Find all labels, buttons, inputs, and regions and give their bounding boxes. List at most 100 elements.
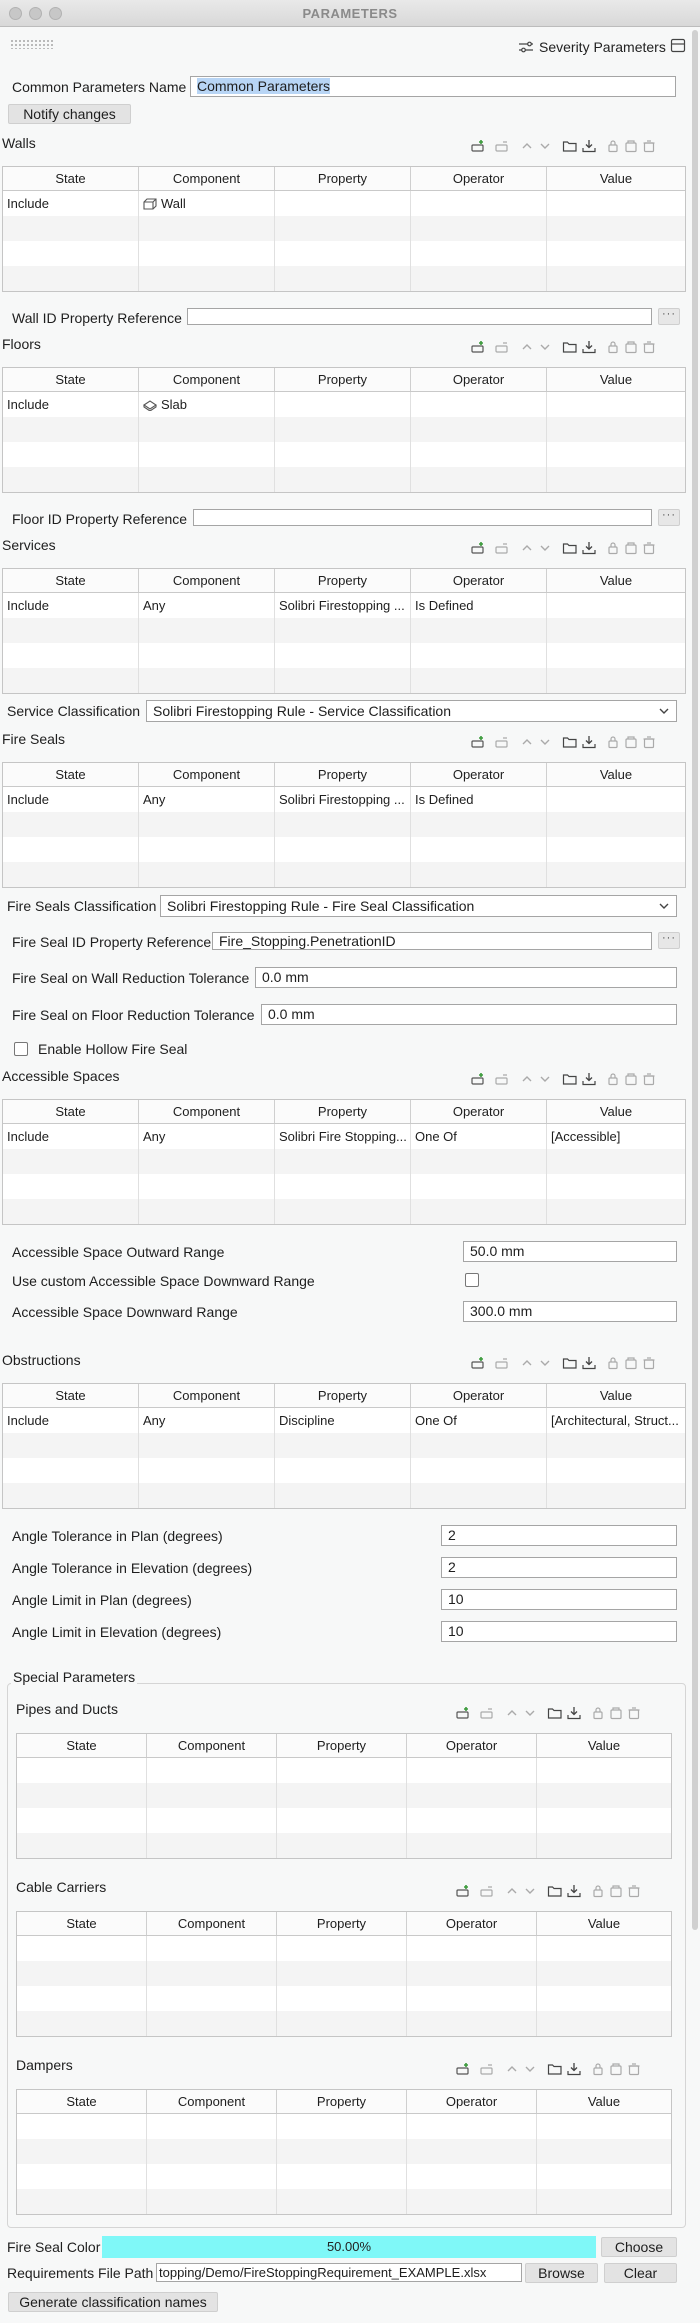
delete-icon[interactable]: [627, 1884, 641, 1901]
column-header[interactable]: State: [3, 763, 139, 786]
open-folder-icon[interactable]: [547, 1706, 563, 1723]
move-down-icon[interactable]: [538, 139, 552, 156]
remove-row-icon[interactable]: [479, 2062, 495, 2079]
lock-icon[interactable]: [606, 541, 620, 558]
open-folder-icon[interactable]: [562, 1072, 578, 1089]
fire-seal-color-swatch[interactable]: 50.00%: [102, 2236, 596, 2258]
add-row-icon[interactable]: [455, 2062, 471, 2079]
notify-changes-button[interactable]: Notify changes: [8, 104, 131, 124]
delete-icon[interactable]: [627, 2062, 641, 2079]
layout-icon[interactable]: [670, 38, 686, 54]
remove-row-icon[interactable]: [494, 1356, 510, 1373]
column-header[interactable]: Property: [275, 763, 411, 786]
choose-color-button[interactable]: Choose: [601, 2237, 677, 2257]
move-up-icon[interactable]: [520, 541, 534, 558]
column-header[interactable]: Value: [537, 1912, 671, 1935]
pipes-ducts-table[interactable]: State Component Property Operator Value: [16, 1733, 672, 1859]
remove-row-icon[interactable]: [479, 1884, 495, 1901]
floors-table[interactable]: State Component Property Operator Value Inclu…: [2, 367, 686, 493]
column-header[interactable]: Component: [139, 763, 275, 786]
column-header[interactable]: Component: [147, 1734, 277, 1757]
delete-icon[interactable]: [642, 1356, 656, 1373]
move-down-icon[interactable]: [523, 2062, 537, 2079]
fire-seal-id-reference-input[interactable]: Fire_Stopping.PenetrationID: [212, 932, 652, 950]
copy-icon[interactable]: [624, 340, 638, 357]
delete-icon[interactable]: [642, 139, 656, 156]
lock-icon[interactable]: [606, 139, 620, 156]
custom-downward-checkbox[interactable]: [465, 1273, 479, 1287]
column-header[interactable]: Operator: [407, 2090, 537, 2113]
copy-icon[interactable]: [624, 735, 638, 752]
angle-tolerance-plan-input[interactable]: 2: [441, 1525, 677, 1546]
lock-icon[interactable]: [606, 340, 620, 357]
remove-row-icon[interactable]: [479, 1706, 495, 1723]
open-folder-icon[interactable]: [562, 139, 578, 156]
open-folder-icon[interactable]: [562, 735, 578, 752]
table-row[interactable]: Include Any Discipline One Of [Architectural…: [3, 1408, 685, 1433]
column-header[interactable]: Value: [537, 1734, 671, 1757]
angle-limit-plan-input[interactable]: 10: [441, 1589, 677, 1610]
column-header[interactable]: Component: [147, 1912, 277, 1935]
import-icon[interactable]: [581, 1072, 597, 1089]
open-folder-icon[interactable]: [562, 541, 578, 558]
severity-parameters-button[interactable]: Severity Parameters: [518, 37, 666, 57]
add-row-icon[interactable]: [470, 1356, 486, 1373]
copy-icon[interactable]: [624, 139, 638, 156]
column-header[interactable]: Value: [547, 569, 685, 592]
lock-icon[interactable]: [591, 2062, 605, 2079]
column-header[interactable]: Property: [277, 2090, 407, 2113]
move-down-icon[interactable]: [538, 541, 552, 558]
import-icon[interactable]: [581, 1356, 597, 1373]
column-header[interactable]: Component: [139, 167, 275, 190]
delete-icon[interactable]: [642, 735, 656, 752]
common-parameters-input[interactable]: Common Parameters: [190, 76, 676, 97]
column-header[interactable]: State: [17, 1734, 147, 1757]
table-row[interactable]: Include Any Solibri Fire Stopping... One Of…: [3, 1124, 685, 1149]
move-down-icon[interactable]: [538, 1072, 552, 1089]
move-up-icon[interactable]: [520, 735, 534, 752]
open-folder-icon[interactable]: [562, 340, 578, 357]
lock-icon[interactable]: [606, 1072, 620, 1089]
fire-seals-table[interactable]: State Component Property Operator Value Inclu…: [2, 762, 686, 888]
column-header[interactable]: Component: [139, 368, 275, 391]
copy-icon[interactable]: [609, 2062, 623, 2079]
copy-icon[interactable]: [624, 541, 638, 558]
import-icon[interactable]: [581, 735, 597, 752]
column-header[interactable]: Operator: [411, 1100, 547, 1123]
column-header[interactable]: Value: [547, 1384, 685, 1407]
column-header[interactable]: Component: [139, 1384, 275, 1407]
delete-icon[interactable]: [642, 541, 656, 558]
add-row-icon[interactable]: [455, 1706, 471, 1723]
remove-row-icon[interactable]: [494, 541, 510, 558]
add-row-icon[interactable]: [455, 1884, 471, 1901]
drag-grip[interactable]: [10, 39, 54, 49]
column-header[interactable]: Operator: [407, 1734, 537, 1757]
wall-reduction-tolerance-input[interactable]: 0.0 mm: [255, 967, 677, 988]
obstructions-table[interactable]: State Component Property Operator Value Inclu…: [2, 1383, 686, 1509]
copy-icon[interactable]: [609, 1706, 623, 1723]
requirements-file-input[interactable]: topping/Demo/FireStoppingRequirement_EXA…: [156, 2263, 522, 2282]
lock-icon[interactable]: [591, 1706, 605, 1723]
column-header[interactable]: Operator: [411, 569, 547, 592]
table-row[interactable]: Include Slab: [3, 392, 685, 417]
move-up-icon[interactable]: [505, 1884, 519, 1901]
move-up-icon[interactable]: [520, 340, 534, 357]
column-header[interactable]: Operator: [407, 1912, 537, 1935]
add-row-icon[interactable]: [470, 541, 486, 558]
walls-table[interactable]: State Component Property Operator Value Inclu…: [2, 166, 686, 292]
column-header[interactable]: Value: [547, 368, 685, 391]
accessible-spaces-table[interactable]: State Component Property Operator Value Inclu…: [2, 1099, 686, 1225]
floor-reduction-tolerance-input[interactable]: 0.0 mm: [261, 1004, 677, 1025]
table-row[interactable]: Include Wall: [3, 191, 685, 216]
column-header[interactable]: Property: [277, 1912, 407, 1935]
open-folder-icon[interactable]: [547, 2062, 563, 2079]
move-down-icon[interactable]: [523, 1884, 537, 1901]
table-row[interactable]: Include Any Solibri Firestopping ... Is Def…: [3, 787, 685, 812]
service-classification-select[interactable]: Solibri Firestopping Rule - Service Clas…: [146, 700, 677, 722]
import-icon[interactable]: [581, 139, 597, 156]
column-header[interactable]: Value: [537, 2090, 671, 2113]
remove-row-icon[interactable]: [494, 1072, 510, 1089]
table-row[interactable]: Include Any Solibri Firestopping ... Is Def…: [3, 593, 685, 618]
column-header[interactable]: Operator: [411, 368, 547, 391]
move-up-icon[interactable]: [505, 2062, 519, 2079]
